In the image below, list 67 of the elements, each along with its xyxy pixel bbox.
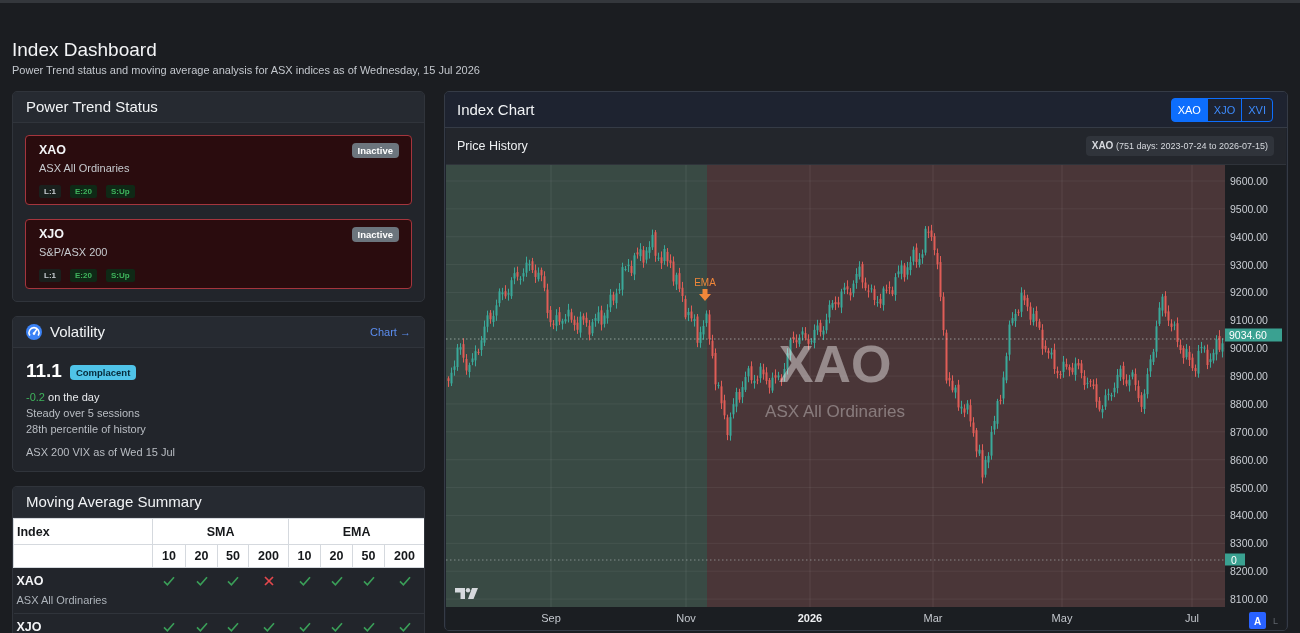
- symbol-button[interactable]: XVI: [1241, 97, 1273, 122]
- sentiment-badge: Complacent: [69, 365, 137, 380]
- criteria-tag: S:Up: [105, 185, 135, 198]
- symbol-button[interactable]: XJO: [1206, 97, 1243, 122]
- index-name: S&P/ASX 200: [39, 245, 109, 260]
- price-label: 9400.00: [1230, 230, 1268, 243]
- gauge-icon: [26, 324, 42, 340]
- range-badge: XAO (751 days: 2023-07-24 to 2026-07-15): [1085, 136, 1274, 156]
- price-label: 9000.00: [1230, 342, 1268, 355]
- column-header: Index: [13, 518, 153, 545]
- card-title: Moving Average Summary: [26, 493, 202, 511]
- price-label: 8700.00: [1230, 425, 1268, 438]
- index-name: ASX All Ordinaries: [39, 161, 131, 176]
- criteria-tag: L:1: [39, 185, 61, 198]
- panel-title: Price History: [457, 139, 528, 153]
- volatility-note: Steady over 5 sessions: [26, 406, 141, 421]
- price-label: 9300.00: [1230, 258, 1268, 271]
- vix-value: 11.1: [26, 360, 62, 382]
- column-header: SMA: [152, 518, 289, 545]
- price-label: 9500.00: [1230, 202, 1268, 215]
- price-label: 9200.00: [1230, 286, 1268, 299]
- index-symbol: XAO: [16, 573, 45, 589]
- time-label: Mar: [923, 612, 943, 624]
- status-badge: Inactive: [351, 226, 399, 242]
- time-label: 2026: [797, 612, 823, 624]
- last-price-badge: 9034.60: [1225, 328, 1282, 342]
- price-label: 8900.00: [1230, 370, 1268, 383]
- price-label: 8200.00: [1230, 565, 1268, 578]
- price-label: 8600.00: [1230, 453, 1268, 466]
- price-label: 8100.00: [1230, 593, 1268, 606]
- criteria-tag: E:20: [70, 185, 97, 198]
- time-label: Sep: [541, 612, 561, 624]
- price-label: 8800.00: [1230, 397, 1268, 410]
- chart-watermark-name: ASX All Ordinaries: [765, 401, 905, 421]
- index-symbol: XJO: [16, 619, 43, 633]
- scale-button[interactable]: A: [1249, 612, 1266, 629]
- day-change-text: -0.2 on the day: [26, 390, 101, 405]
- time-label: Jul: [1184, 612, 1200, 624]
- criteria-tag: E:20: [70, 269, 97, 282]
- marker-label: EMA: [694, 276, 716, 288]
- price-label: 9600.00: [1230, 175, 1268, 187]
- price-line-badge: 0: [1225, 553, 1245, 566]
- price-label: 9100.00: [1230, 314, 1268, 327]
- card-title: Power Trend Status: [26, 98, 158, 116]
- volatility-note: 28th percentile of history: [26, 422, 147, 437]
- price-label: 8300.00: [1230, 537, 1268, 550]
- index-symbol: XJO: [39, 226, 64, 242]
- price-label: 8400.00: [1230, 509, 1268, 522]
- card-title: Volatility: [50, 323, 106, 341]
- time-label: May: [1051, 612, 1073, 624]
- scale-button[interactable]: L: [1273, 616, 1278, 626]
- index-symbol: XAO: [39, 142, 67, 158]
- criteria-tag: S:Up: [105, 269, 135, 282]
- criteria-tag: L:1: [39, 269, 61, 282]
- time-label: Nov: [676, 612, 696, 624]
- down-arrow-icon: [699, 289, 711, 301]
- data-source-note: ASX 200 VIX as of Wed 15 Jul: [26, 445, 176, 460]
- symbol-button[interactable]: XAO: [1170, 97, 1208, 122]
- chart-logo-icon: [455, 588, 478, 599]
- chart-link[interactable]: Chart →: [370, 326, 411, 338]
- page-subtitle: Power Trend status and moving average analysis for ASX indices as of Wednesday, 15 Jul 2026: [12, 64, 481, 77]
- price-label: 8500.00: [1230, 481, 1268, 494]
- index-name: ASX All Ordinaries: [16, 593, 108, 608]
- column-header: EMA: [288, 518, 424, 545]
- page-title: Index Dashboard: [12, 39, 158, 61]
- status-badge: Inactive: [351, 142, 399, 158]
- card-title: Index Chart: [457, 101, 535, 118]
